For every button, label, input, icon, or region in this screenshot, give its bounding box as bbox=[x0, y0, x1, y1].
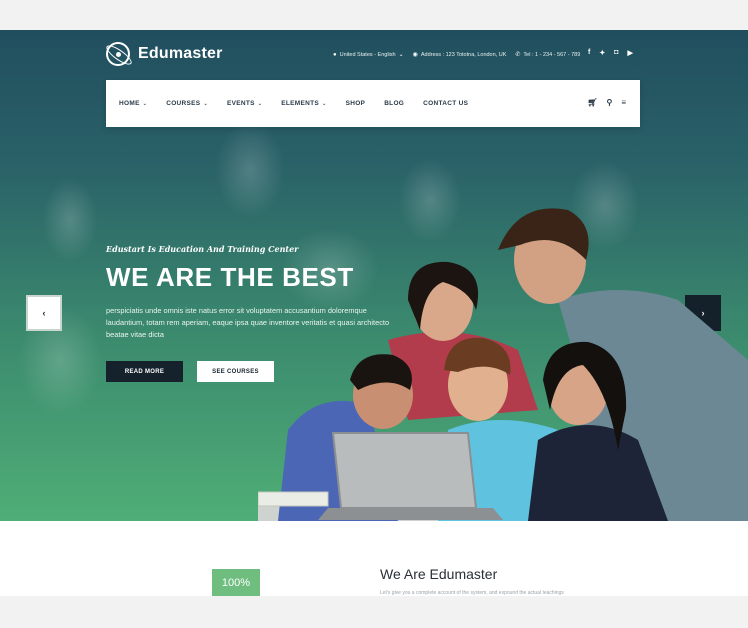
youtube-icon[interactable]: ▶ bbox=[627, 49, 632, 57]
chevron-down-icon: ⌄ bbox=[203, 101, 208, 107]
chevron-left-icon: ‹ bbox=[42, 308, 46, 318]
nav-item-events[interactable]: EVENTS ⌄ bbox=[227, 100, 262, 107]
search-icon[interactable]: ⚲ bbox=[606, 98, 612, 107]
atom-logo-icon bbox=[106, 42, 130, 66]
address-info: ◉ Address : 123 Tototna, London, UK bbox=[412, 51, 507, 59]
nav-item-blog[interactable]: BLOG bbox=[384, 100, 404, 107]
menu-icon[interactable]: ≡ bbox=[621, 98, 626, 107]
browser-frame: Edumaster ● United States - English ⌄ ◉ … bbox=[0, 0, 748, 628]
nav-menu: HOME ⌄ COURSES ⌄ EVENTS ⌄ ELEMENTS ⌄ SHOP BLOG CON… bbox=[119, 100, 487, 107]
main-navigation: HOME ⌄ COURSES ⌄ EVENTS ⌄ ELEMENTS ⌄ SHOP BLOG CON… bbox=[106, 80, 640, 127]
phone-icon: ✆ bbox=[515, 52, 521, 58]
globe-icon: ● bbox=[333, 51, 337, 58]
chevron-down-icon: ⌄ bbox=[142, 101, 148, 107]
brand-name: Edumaster bbox=[138, 45, 223, 62]
website: Edumaster ● United States - English ⌄ ◉ … bbox=[0, 30, 748, 596]
twitter-icon[interactable]: ✦ bbox=[599, 49, 605, 57]
nav-item-label: ELEMENTS bbox=[281, 100, 320, 107]
read-more-button[interactable]: READ MORE bbox=[106, 361, 183, 382]
chevron-down-icon: ⌄ bbox=[398, 52, 404, 58]
hero-section: Edumaster ● United States - English ⌄ ◉ … bbox=[0, 30, 748, 521]
nav-item-elements[interactable]: ELEMENTS ⌄ bbox=[281, 100, 326, 107]
nav-item-courses[interactable]: COURSES ⌄ bbox=[166, 100, 208, 107]
location-pin-icon: ◉ bbox=[412, 52, 418, 58]
students-photo bbox=[258, 208, 748, 521]
nav-tools: 🛒︎ ⚲ ≡ bbox=[587, 98, 626, 107]
cart-icon[interactable]: 🛒︎ bbox=[587, 98, 597, 107]
nav-item-shop[interactable]: SHOP bbox=[346, 100, 366, 107]
phone-info: ✆ Tel : 1 - 234 - 567 - 789 bbox=[515, 51, 581, 59]
percentage-badge: 100% bbox=[212, 569, 260, 596]
facebook-icon[interactable]: f bbox=[588, 49, 590, 57]
nav-item-home[interactable]: HOME ⌄ bbox=[119, 100, 147, 107]
social-links: f ✦ ◘ ▶ bbox=[588, 49, 633, 57]
instagram-icon[interactable]: ◘ bbox=[614, 49, 618, 57]
chevron-down-icon: ⌄ bbox=[322, 101, 327, 107]
nav-item-label: EVENTS bbox=[226, 100, 255, 107]
chevron-down-icon: ⌄ bbox=[257, 101, 263, 107]
language-selector[interactable]: ● United States - English ⌄ bbox=[333, 51, 404, 59]
slider-prev-button[interactable]: ‹ bbox=[26, 295, 62, 331]
language-label: United States - English bbox=[339, 51, 396, 58]
nav-item-label: BLOG bbox=[384, 100, 405, 107]
about-title: We Are Edumaster bbox=[380, 566, 498, 582]
address-text: Address : 123 Tototna, London, UK bbox=[420, 51, 507, 58]
phone-text: Tel : 1 - 234 - 567 - 789 bbox=[523, 51, 581, 58]
about-section: 100% We Are Edumaster Let's give you a c… bbox=[0, 521, 748, 596]
nav-item-label: CONTACT US bbox=[423, 100, 469, 107]
nav-item-label: SHOP bbox=[345, 100, 366, 107]
about-text: Let's give you a complete account of the… bbox=[380, 590, 564, 596]
nav-item-label: COURSES bbox=[166, 100, 201, 107]
top-info-bar: ● United States - English ⌄ ◉ Address : … bbox=[333, 51, 581, 59]
logo[interactable]: Edumaster bbox=[106, 42, 223, 66]
nav-item-label: HOME bbox=[119, 100, 140, 107]
nav-item-contact-us[interactable]: CONTACT US bbox=[423, 100, 468, 107]
